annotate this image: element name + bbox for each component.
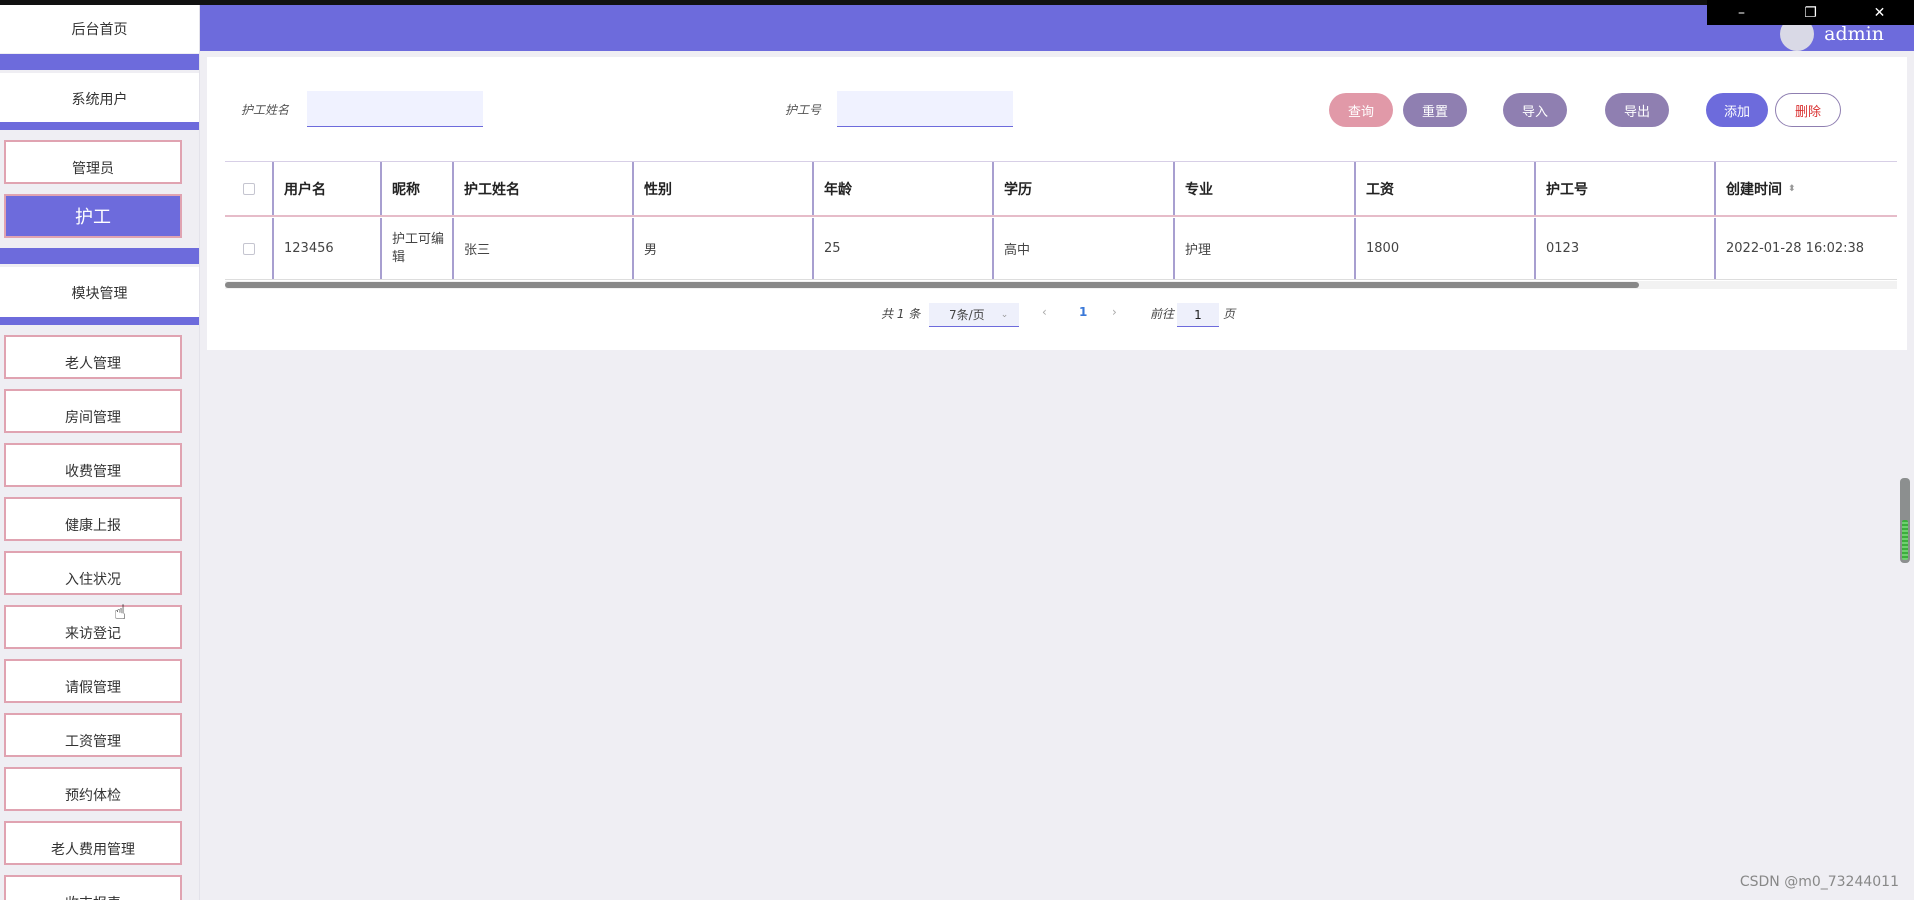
table-cell: 123456 [274, 218, 382, 279]
sidebar-item-checkin-status[interactable]: 入住状况 [4, 551, 182, 595]
delete-button[interactable]: 删除 [1775, 93, 1841, 127]
page-size-select[interactable]: 7条/页 ⌄ [929, 303, 1019, 327]
column-header[interactable]: 专业 [1175, 162, 1356, 215]
minimize-icon[interactable]: – [1707, 0, 1776, 25]
import-button[interactable]: 导入 [1503, 93, 1567, 127]
add-button[interactable]: 添加 [1706, 93, 1768, 127]
sidebar-item-visitor-log[interactable]: 来访登记 [4, 605, 182, 649]
sidebar-item-salary[interactable]: 工资管理 [4, 713, 182, 757]
column-header[interactable]: 年龄 [814, 162, 994, 215]
sidebar-item-checkup[interactable]: 预约体检 [4, 767, 182, 811]
column-header[interactable]: 用户名 [274, 162, 382, 215]
goto-prefix: 前往 [1150, 307, 1175, 321]
table-header-row: 用户名 昵称 护工姓名 性别 年龄 学历 专业 工资 护工号 创建时间 ⬍ [225, 161, 1897, 217]
watermark: CSDN @m0_73244011 [1739, 874, 1899, 890]
main-panel: 护工姓名 护工号 查询 重置 导入 导出 添加 删除 用户名 昵称 护工姓名 性… [207, 57, 1907, 350]
sidebar-item-caregiver[interactable]: 护工 [4, 194, 182, 238]
column-header-created[interactable]: 创建时间 ⬍ [1716, 162, 1897, 215]
caregiver-name-label: 护工姓名 [241, 103, 290, 117]
table-cell: 0123 [1536, 218, 1716, 279]
table-horizontal-scrollbar[interactable] [225, 281, 1897, 289]
column-header[interactable]: 性别 [634, 162, 814, 215]
sidebar-divider [0, 317, 199, 325]
table-row[interactable]: 123456 护工可编辑 张三 男 25 高中 护理 1800 0123 202… [225, 218, 1897, 280]
row-select-cell [225, 218, 274, 279]
sidebar-item-rooms[interactable]: 房间管理 [4, 389, 182, 433]
select-all-cell [225, 162, 274, 215]
sidebar-item-finance-report[interactable]: 收支报表 [4, 875, 182, 900]
column-header-label: 创建时间 [1726, 181, 1782, 198]
next-page-icon[interactable]: › [1112, 305, 1117, 319]
sidebar-item-module-management[interactable]: 模块管理 [0, 267, 199, 319]
sidebar-divider [0, 54, 199, 70]
table-cell: 2022-01-28 16:02:38 [1726, 241, 1865, 256]
sidebar-item-admin[interactable]: 管理员 [4, 140, 182, 184]
table-cell: 护理 [1175, 218, 1356, 279]
caregiver-no-input[interactable] [837, 91, 1013, 127]
sort-icon[interactable]: ⬍ [1788, 184, 1796, 194]
sidebar-item-charges[interactable]: 收费管理 [4, 443, 182, 487]
page-vertical-scrollbar[interactable] [1900, 478, 1910, 563]
sidebar-item-elderly[interactable]: 老人管理 [4, 335, 182, 379]
column-header[interactable]: 昵称 [382, 162, 454, 215]
column-header[interactable]: 护工姓名 [454, 162, 634, 215]
export-button[interactable]: 导出 [1605, 93, 1669, 127]
table-cell: 护工可编辑 [382, 218, 454, 279]
table-cell: 男 [634, 218, 814, 279]
row-checkbox[interactable] [242, 242, 255, 255]
query-button[interactable]: 查询 [1329, 93, 1393, 127]
window-controls: – ❐ ✕ [1707, 0, 1914, 25]
pagination-total: 共 1 条 [881, 307, 921, 321]
scrollbar-thumb[interactable] [225, 282, 1639, 288]
table-cell: 张三 [454, 218, 634, 279]
username[interactable]: admin [1824, 23, 1884, 45]
top-header: admin [200, 5, 1914, 51]
close-icon[interactable]: ✕ [1845, 0, 1914, 25]
goto-suffix: 页 [1223, 307, 1236, 321]
sidebar-divider [0, 248, 199, 264]
caregiver-name-input[interactable] [307, 91, 483, 127]
table-cell: 25 [814, 218, 994, 279]
page-size-value: 7条/页 [949, 308, 985, 322]
sidebar-item-leave[interactable]: 请假管理 [4, 659, 182, 703]
pointer-cursor-icon: ☝ [114, 600, 127, 624]
chevron-down-icon: ⌄ [1000, 309, 1009, 320]
select-all-checkbox[interactable] [242, 182, 255, 195]
sidebar-divider [0, 122, 199, 130]
page-number-current[interactable]: 1 [1079, 305, 1087, 319]
sidebar-item-home[interactable]: 后台首页 [0, 5, 199, 53]
prev-page-icon[interactable]: ‹ [1042, 305, 1047, 319]
sidebar-item-elderly-fees[interactable]: 老人费用管理 [4, 821, 182, 865]
table-cell: 1800 [1356, 218, 1536, 279]
column-header[interactable]: 工资 [1356, 162, 1536, 215]
sidebar-item-system-users[interactable]: 系统用户 [0, 73, 199, 125]
sidebar-item-health-report[interactable]: 健康上报 [4, 497, 182, 541]
reset-button[interactable]: 重置 [1403, 93, 1467, 127]
column-header[interactable]: 学历 [994, 162, 1175, 215]
caregiver-no-label: 护工号 [785, 103, 822, 117]
goto-page-input[interactable]: 1 [1177, 303, 1219, 327]
table-cell: 高中 [994, 218, 1175, 279]
sidebar: 后台首页 系统用户 管理员 护工 模块管理 老人管理 房间管理 收费管理 健康上… [0, 5, 200, 900]
restore-icon[interactable]: ❐ [1776, 0, 1845, 25]
column-header[interactable]: 护工号 [1536, 162, 1716, 215]
scrollbar-grip [1902, 520, 1908, 560]
